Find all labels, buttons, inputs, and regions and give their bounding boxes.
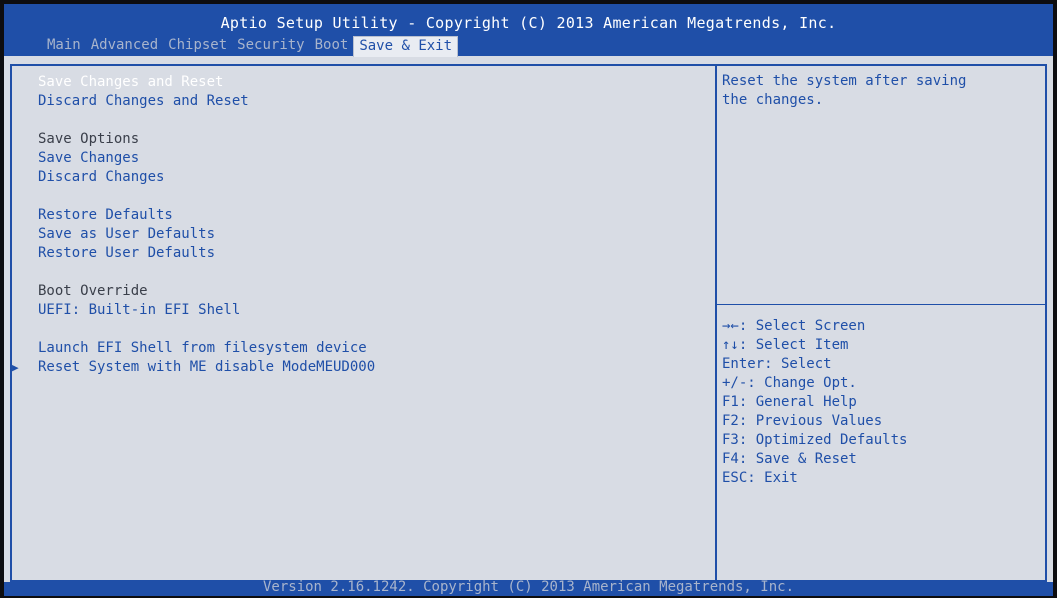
save-options-heading: Save Options (38, 131, 140, 147)
discard-changes-item[interactable]: Discard Changes (38, 169, 164, 185)
header-bar: Aptio Setup Utility - Copyright (C) 2013… (4, 4, 1053, 57)
right-triangle-icon: ▶ (12, 361, 19, 374)
tab-chipset[interactable]: Chipset (163, 36, 232, 56)
tab-advanced[interactable]: Advanced (86, 36, 163, 56)
tab-security[interactable]: Security (232, 36, 309, 56)
bios-screen: Aptio Setup Utility - Copyright (C) 2013… (4, 4, 1053, 596)
save-as-user-defaults-item[interactable]: Save as User Defaults (38, 226, 215, 242)
help-key-divider (717, 304, 1045, 305)
restore-defaults-item[interactable]: Restore Defaults (38, 207, 173, 223)
key-optimized-defaults: F3: Optimized Defaults (722, 432, 908, 448)
tab-bar: Main Advanced Chipset Security Boot Save… (42, 36, 459, 57)
footer-version-text: Version 2.16.1242. Copyright (C) 2013 Am… (262, 579, 794, 595)
tab-save-exit[interactable]: Save & Exit (353, 36, 459, 57)
discard-changes-and-reset-item[interactable]: Discard Changes and Reset (38, 93, 249, 109)
key-general-help: F1: General Help (722, 394, 857, 410)
tab-main[interactable]: Main (42, 36, 86, 56)
uefi-efi-shell-item[interactable]: UEFI: Built-in EFI Shell (38, 302, 240, 318)
key-select-screen: →←: Select Screen (722, 318, 866, 334)
boot-override-heading: Boot Override (38, 283, 148, 299)
reset-system-me-disable-item[interactable]: Reset System with ME disable ModeMEUD000 (38, 359, 375, 375)
key-save-reset: F4: Save & Reset (722, 451, 857, 467)
key-select-item: ↑↓: Select Item (722, 337, 849, 353)
help-text: Reset the system after saving the change… (722, 72, 1042, 110)
key-previous-values: F2: Previous Values (722, 413, 883, 429)
app-title: Aptio Setup Utility - Copyright (C) 2013… (220, 14, 837, 32)
key-esc-exit: ESC: Exit (722, 470, 798, 486)
restore-user-defaults-item[interactable]: Restore User Defaults (38, 245, 215, 261)
save-changes-and-reset-item[interactable]: Save Changes and Reset (38, 74, 223, 90)
panel-divider (715, 64, 717, 582)
help-line: the changes. (722, 92, 824, 108)
panel-right-border (1045, 64, 1047, 582)
save-changes-item[interactable]: Save Changes (38, 150, 139, 166)
key-enter-select: Enter: Select (722, 356, 832, 372)
help-line: Reset the system after saving (722, 73, 967, 89)
key-legend: →←: Select Screen ↑↓: Select Item Enter:… (722, 317, 1042, 488)
footer-bar: Version 2.16.1242. Copyright (C) 2013 Am… (4, 579, 1053, 596)
key-change-opt: +/-: Change Opt. (722, 375, 857, 391)
tab-boot[interactable]: Boot (310, 36, 354, 56)
launch-efi-shell-item[interactable]: Launch EFI Shell from filesystem device (38, 340, 367, 356)
